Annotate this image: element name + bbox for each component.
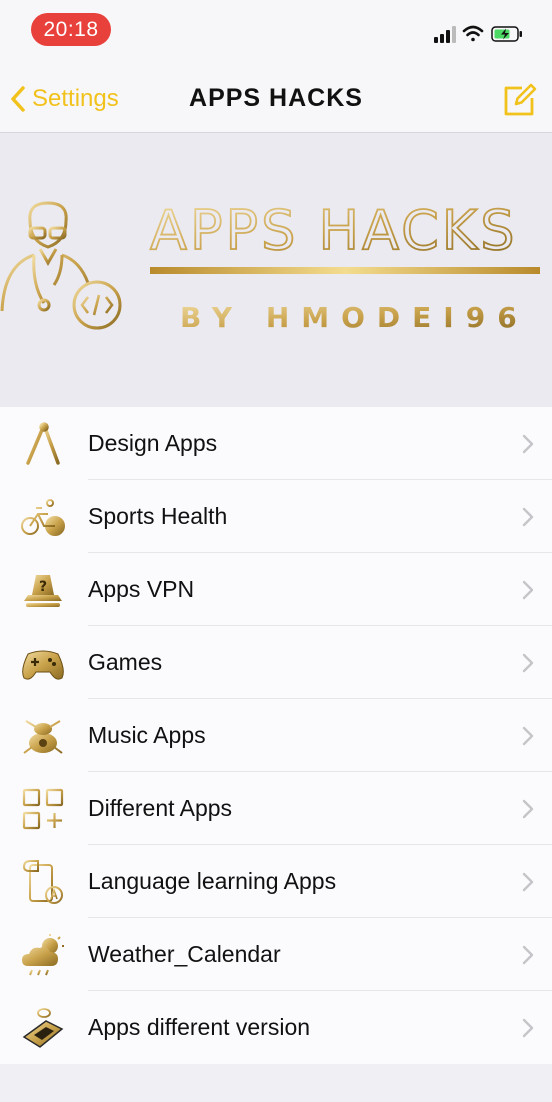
chevron-right-icon [522,507,534,526]
music-icon [23,719,63,754]
banner-title: APPS HACKS [150,199,518,262]
chevron-right-icon [522,799,534,818]
list-item-games[interactable]: Games [0,626,552,699]
bottom-background [0,1064,552,1102]
list-item-label: Sports Health [88,503,228,529]
banner-divider [150,267,540,274]
wifi-icon [462,25,484,42]
svg-text:?: ? [39,579,47,595]
list-item-weather-calendar[interactable]: Weather_Calendar [0,918,552,991]
bicycle-icon [21,498,65,536]
status-icons [420,22,530,46]
list-item-label: Weather_Calendar [88,941,281,967]
compose-button[interactable] [502,82,538,118]
language-icon [22,859,63,904]
list-item-label: Music Apps [88,722,206,748]
list-item-design-apps[interactable]: Design Apps [0,407,552,480]
battery-icon [491,26,522,42]
list-item-different-apps[interactable]: Different Apps [0,772,552,845]
status-bar: 20:18 [0,0,552,64]
list-item-label: Language learning Apps [88,868,337,894]
chevron-right-icon [522,872,534,891]
list-item-label: Apps different version [88,1014,311,1040]
list-item-apps-different-version[interactable]: Apps different version [0,991,552,1064]
chevron-right-icon [522,1018,534,1037]
chevron-right-icon [522,434,534,453]
navigation-bar: Settings APPS HACKS [0,64,552,133]
vpn-icon: ? [24,574,62,607]
list-item-music-apps[interactable]: Music Apps [0,699,552,772]
compose-icon [504,83,537,116]
gamepad-icon [22,650,64,680]
category-list: Design Apps Sports Health ? Apps VPN Gam… [0,407,552,1064]
design-icon [26,421,62,465]
list-item-sports-health[interactable]: Sports Health [0,480,552,553]
signal-icon [434,26,456,43]
list-item-label: Games [88,649,163,675]
header-banner: APPS HACKS BY HMODEI96 [0,133,552,407]
banner-subtitle: BY HMODEI96 [180,301,529,334]
developer-logo-icon [0,201,122,330]
list-item-language-learning-apps[interactable]: Language learning Apps [0,845,552,918]
version-icon [22,1007,64,1048]
chevron-right-icon [522,580,534,599]
apps-grid-icon [22,788,64,829]
list-item-apps-vpn[interactable]: ? Apps VPN [0,553,552,626]
page-title: APPS HACKS [189,84,363,112]
weather-icon [22,933,64,975]
list-item-label: Apps VPN [88,576,195,602]
chevron-right-icon [522,653,534,672]
status-time: 20:18 [31,13,111,46]
list-item-label: Different Apps [88,795,233,821]
list-item-label: Design Apps [88,430,218,456]
chevron-right-icon [522,945,534,964]
chevron-right-icon [522,726,534,745]
